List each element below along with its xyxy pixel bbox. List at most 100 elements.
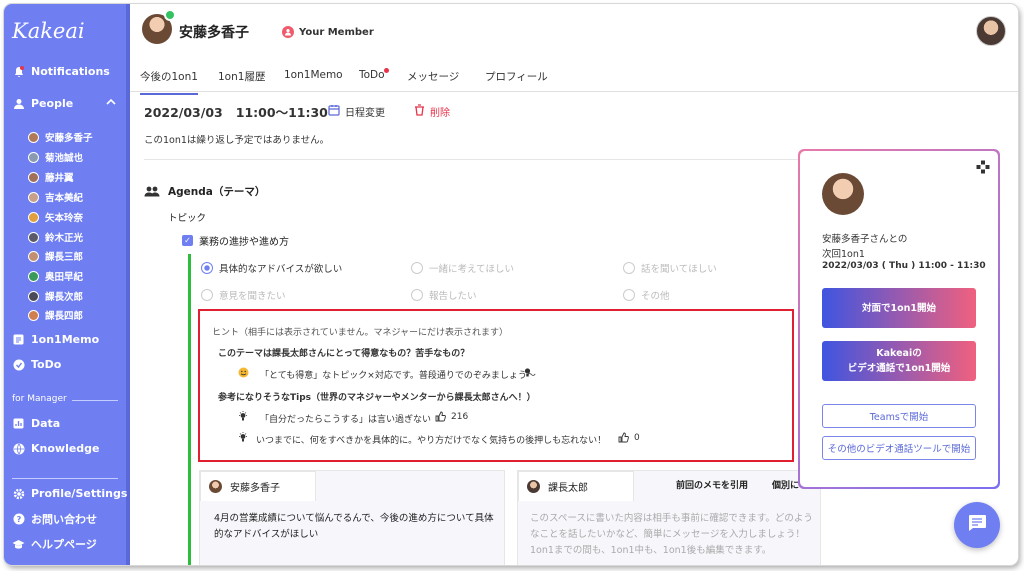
avatar — [209, 480, 222, 493]
tab-1on1-history[interactable]: 1on1履歴 — [218, 69, 265, 84]
people-item[interactable]: 吉本美紀 — [28, 190, 83, 204]
avatar — [527, 480, 540, 493]
manager-note-input[interactable]: このスペースに書いた内容は相手も事前に確認できます。どのようなことを話したいかな… — [530, 511, 814, 559]
avatar — [28, 171, 39, 183]
tab-profile[interactable]: プロフィール — [485, 69, 548, 84]
sidebar-item-todo[interactable]: ToDo — [12, 358, 61, 371]
for-manager-label: for Manager — [12, 394, 67, 404]
people-item[interactable]: 藤井翼 — [28, 170, 74, 184]
start-face-to-face-button[interactable]: 対面で1on1開始 — [822, 288, 976, 328]
sidebar-item-label: Data — [31, 417, 61, 430]
reschedule-button[interactable]: 日程変更 — [328, 104, 385, 119]
option-label: その他 — [641, 291, 670, 302]
people-item-label: 矢本玲奈 — [45, 213, 84, 224]
people-item-label: 安藤多香子 — [45, 133, 93, 144]
people-item[interactable]: 矢本玲奈 — [28, 210, 83, 224]
option-radio[interactable]: 報告したい — [411, 288, 477, 302]
hint-box: ヒント（相手には表示されていません。マネジャーにだけ表示されます） このテーマは… — [198, 309, 794, 462]
button-label: Kakeaiの ビデオ通話で1on1開始 — [848, 346, 951, 376]
tab-upcoming-1on1[interactable]: 今後の1on1 — [140, 69, 198, 95]
option-label: 一緒に考えてほしい — [429, 264, 515, 275]
app-window: Kakeai Notifications People 安藤多香子 菊池誠也 藤… — [4, 4, 1018, 565]
with-label: 安藤多香子さんとの — [822, 234, 908, 245]
people-item[interactable]: 菊池誠也 — [28, 150, 83, 164]
people-item[interactable]: 課長三郎 — [28, 249, 83, 263]
thumbs-up-icon[interactable] — [435, 411, 446, 425]
sidebar-item-data[interactable]: Data — [12, 417, 60, 430]
start-kakeai-video-button[interactable]: Kakeaiの ビデオ通話で1on1開始 — [822, 341, 976, 381]
avatar — [28, 211, 39, 223]
option-radio[interactable]: その他 — [623, 288, 670, 302]
next-label: 次回1on1 — [822, 249, 865, 260]
lightbulb-icon — [238, 411, 248, 425]
individual-button[interactable]: 個別に — [772, 478, 799, 491]
svg-text:?: ? — [16, 515, 21, 524]
tab-messages[interactable]: メッセージ — [407, 69, 459, 84]
option-radio[interactable]: 一緒に考えてほしい — [411, 261, 514, 275]
trash-icon — [414, 104, 425, 119]
sidebar-item-label: People — [31, 97, 74, 110]
thumbs-up-icon[interactable] — [618, 432, 629, 446]
delete-button[interactable]: 削除 — [414, 104, 450, 119]
reschedule-label: 日程変更 — [345, 108, 385, 119]
sidebar-item-help[interactable]: ヘルプページ — [12, 536, 97, 552]
member-badge: Your Member — [282, 26, 374, 38]
sidebar-item-profile-settings[interactable]: Profile/Settings — [12, 487, 127, 500]
radio-icon — [623, 262, 635, 274]
tab-todo[interactable]: ToDo — [359, 69, 385, 81]
quote-previous-memo-button[interactable]: 前回のメモを引用 — [676, 478, 748, 491]
divider — [144, 159, 799, 160]
start-other-video-button[interactable]: その他のビデオ通話ツールで開始 — [822, 436, 976, 460]
start-teams-button[interactable]: Teamsで開始 — [822, 404, 976, 428]
people-item[interactable]: 課長四郎 — [28, 308, 83, 322]
note-author: 安藤多香子 — [230, 483, 280, 494]
start-1on1-panel: 安藤多香子さんとの 次回1on1 2022/03/03 ( Thu ) 11:0… — [798, 149, 1000, 489]
sidebar-item-label: ヘルプページ — [31, 538, 97, 551]
chevron-up-icon[interactable] — [106, 98, 116, 109]
manager-note-tab[interactable]: 課長太郎 — [518, 471, 634, 501]
tab-bar: 今後の1on1 1on1履歴 1on1Memo ToDo メッセージ プロフィー… — [130, 62, 1018, 95]
member-note-tab[interactable]: 安藤多香子 — [200, 471, 316, 501]
radio-icon — [623, 289, 635, 301]
shuffle-icon[interactable] — [976, 159, 990, 178]
people-item[interactable]: 安藤多香子 — [28, 130, 93, 144]
chat-button[interactable] — [954, 502, 1000, 548]
option-label: 意見を聞きたい — [219, 291, 286, 302]
agenda-heading: Agenda（テーマ） — [144, 184, 265, 199]
people-item-label: 藤井翼 — [45, 173, 74, 184]
option-label: 具体的なアドバイスが欲しい — [219, 264, 343, 275]
avatar — [28, 309, 39, 321]
option-label: 話を聞いてほしい — [641, 264, 717, 275]
option-radio[interactable]: 具体的なアドバイスが欲しい — [201, 261, 342, 275]
people-item-label: 吉本美紀 — [45, 193, 84, 204]
sidebar-item-1on1memo[interactable]: 1on1Memo — [12, 333, 99, 346]
member-note-panel: 安藤多香子 4月の営業成績について悩んでるんで、今後の進め方について具体的なアド… — [199, 470, 505, 565]
member-note-text: 4月の営業成績について悩んでるんで、今後の進め方について具体的なアドバイスがほし… — [214, 513, 494, 540]
sidebar-item-label: ToDo — [31, 358, 62, 371]
people-item[interactable]: 奥田早紀 — [28, 269, 83, 283]
bell-icon — [12, 65, 25, 78]
check-circle-icon — [12, 358, 25, 371]
sidebar-item-notifications[interactable]: Notifications — [12, 65, 110, 78]
agenda-title: Agenda（テーマ） — [168, 186, 266, 198]
sidebar-item-contact[interactable]: ? お問い合わせ — [12, 511, 97, 527]
people-item[interactable]: 課長次郎 — [28, 289, 83, 303]
tab-1on1memo[interactable]: 1on1Memo — [284, 69, 343, 81]
option-radio[interactable]: 話を聞いてほしい — [623, 261, 717, 275]
user-avatar[interactable] — [976, 16, 1006, 46]
avatar — [28, 270, 39, 282]
member-avatar — [822, 173, 864, 215]
option-radio[interactable]: 意見を聞きたい — [201, 288, 286, 302]
divider — [72, 400, 118, 401]
tip-likes: 216 — [451, 412, 469, 422]
sidebar-item-label: Notifications — [31, 65, 110, 78]
avatar — [28, 250, 39, 262]
topic-checkbox[interactable]: ✓ 業務の進捗や進め方 — [182, 233, 289, 248]
tip-text: 「自分だったらこうする」は言い過ぎない — [260, 415, 432, 425]
hint-question: このテーマは課長太郎さんにとって得意なもの？苦手なもの？ — [218, 349, 470, 359]
sidebar-item-people[interactable]: People — [12, 97, 73, 110]
people-item[interactable]: 鈴木正光 — [28, 230, 83, 244]
todo-badge-icon — [384, 68, 389, 73]
sidebar-item-knowledge[interactable]: Knowledge — [12, 442, 100, 455]
gear-icon — [12, 487, 25, 500]
